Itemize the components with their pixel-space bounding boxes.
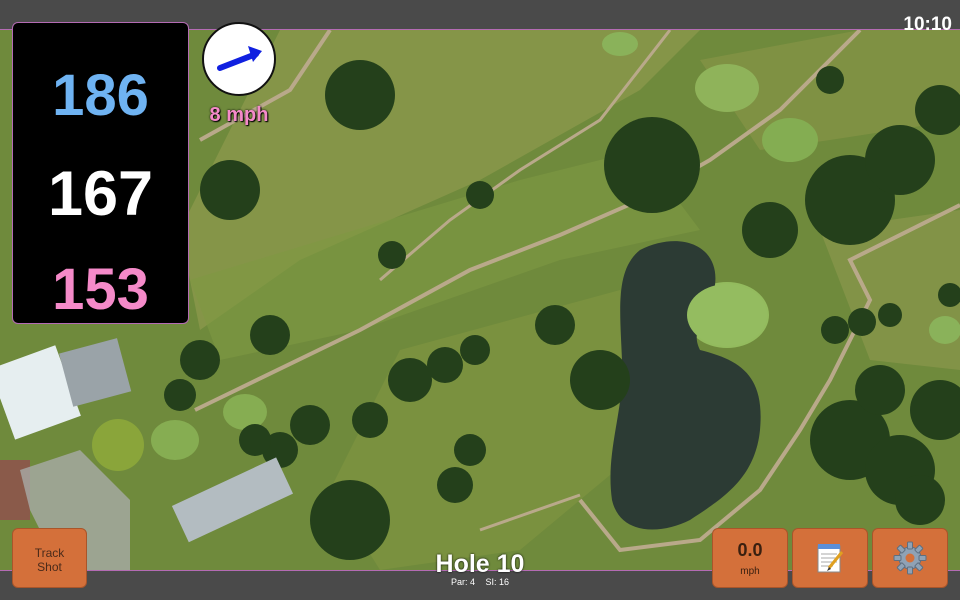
- clock: 10:10: [903, 14, 952, 35]
- gear-icon: [893, 541, 927, 575]
- track-shot-label-line2: Shot: [37, 560, 62, 574]
- front-yardage: 153: [52, 257, 149, 322]
- hole-title: Hole 10: [435, 550, 525, 578]
- hole-info: Par: 4 SI: 16: [380, 577, 580, 587]
- settings-button[interactable]: [872, 528, 948, 588]
- back-yardage: 186: [52, 63, 149, 128]
- yardage-panel: 186 167 153: [12, 22, 189, 324]
- hole-stroke-index: SI: 16: [485, 577, 510, 587]
- track-shot-label-line1: Track: [34, 546, 65, 560]
- track-shot-button[interactable]: Track Shot: [12, 528, 87, 588]
- notepad-icon: [817, 544, 844, 573]
- speed-unit: mph: [740, 566, 760, 577]
- wind-arrow-icon: [217, 46, 262, 71]
- wind-speed: 8 mph: [209, 104, 269, 126]
- center-yardage: 167: [47, 159, 154, 229]
- speed-value: 0.0: [737, 540, 763, 560]
- speed-button[interactable]: 0.0 mph: [712, 528, 788, 588]
- hole-par: Par: 4: [450, 577, 475, 587]
- notes-button[interactable]: [792, 528, 868, 588]
- wind-direction-dial: [202, 22, 276, 96]
